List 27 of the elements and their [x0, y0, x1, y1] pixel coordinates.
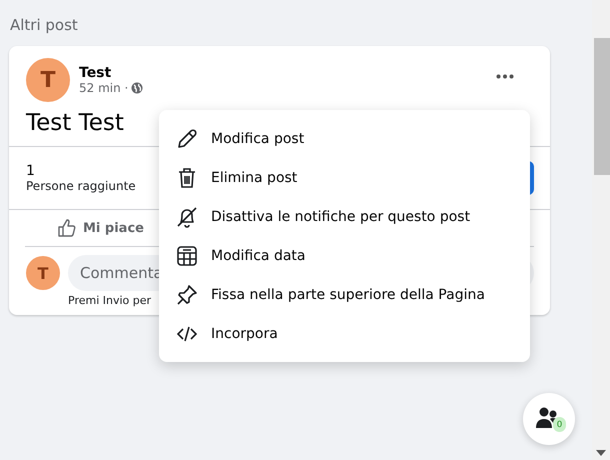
post-time: 52 min · — [79, 81, 128, 95]
menu-item[interactable]: Elimina post — [159, 158, 530, 197]
reach-count: 1 — [26, 163, 36, 179]
menu-item[interactable]: Disattiva le notifiche per questo post — [159, 197, 530, 236]
avatar: T — [26, 58, 70, 102]
post-text: Test Test — [26, 110, 124, 136]
menu-item[interactable]: Modifica post — [159, 119, 530, 158]
pencil-icon — [175, 126, 199, 150]
thumbs-up-icon — [57, 218, 77, 238]
scrollbar-thumb[interactable] — [594, 38, 610, 175]
menu-item[interactable]: Fissa nella parte superiore della Pagina — [159, 275, 530, 314]
like-button[interactable]: Mi piace — [57, 214, 144, 242]
comment-hint: Premi Invio per — [68, 294, 152, 307]
contacts-button[interactable]: 0 — [523, 393, 575, 445]
reach-label: Persone raggiunte — [26, 179, 136, 193]
more-icon[interactable] — [496, 74, 514, 78]
section-title: Altri post — [9, 16, 79, 34]
menu-item[interactable]: Incorpora — [159, 314, 530, 353]
menu-item[interactable]: Modifica data — [159, 236, 530, 275]
avatar: T — [26, 256, 60, 290]
author-name[interactable]: Test — [79, 65, 487, 81]
calendar-icon — [175, 244, 199, 268]
globe-icon — [131, 82, 144, 94]
bell-off-icon — [175, 204, 199, 228]
count-badge: 0 — [553, 417, 566, 432]
scroll-down-icon[interactable] — [596, 450, 606, 456]
pin-icon — [175, 282, 199, 306]
